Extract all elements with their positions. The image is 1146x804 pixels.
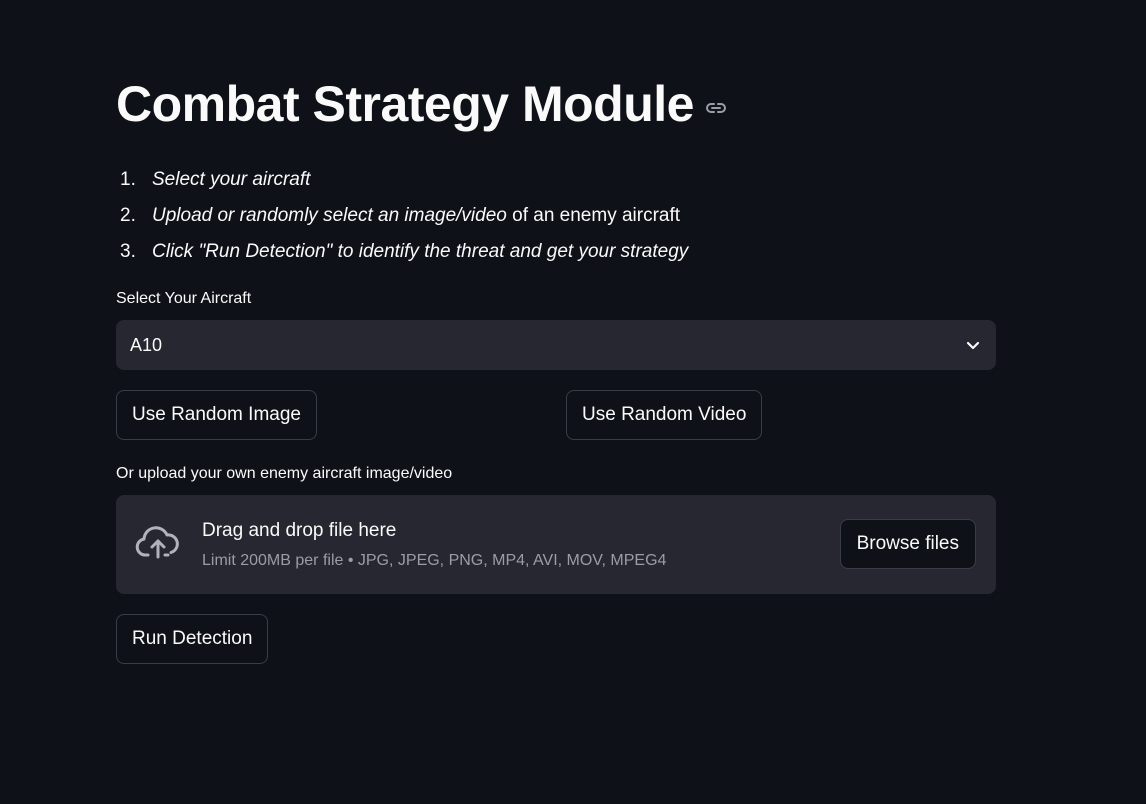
drop-title: Drag and drop file here [202,520,397,541]
aircraft-select-label: Select Your Aircraft [116,290,252,307]
chevron-down-icon[interactable] [964,336,982,354]
instructions-list: 1. Select your aircraft 2. Upload or ran… [116,162,688,270]
step-text: of an enemy aircraft [506,205,681,226]
cloud-upload-icon [134,523,182,563]
step-number: 3. [120,241,136,262]
file-uploader-dropzone[interactable]: Drag and drop file here Limit 200MB per … [116,495,996,594]
title-row: Combat Strategy Module [116,72,728,136]
drop-limit-text: Limit 200MB per file • JPG, JPEG, PNG, M… [202,552,667,569]
use-random-video-button[interactable]: Use Random Video [566,390,763,440]
aircraft-select-value: A10 [130,334,163,355]
list-item: 2. Upload or randomly select an image/vi… [116,198,688,234]
link-icon[interactable] [704,96,728,120]
list-item: 1. Select your aircraft [116,162,688,198]
browse-files-button[interactable]: Browse files [839,519,976,569]
aircraft-select[interactable]: A10 [116,320,996,370]
use-random-image-button[interactable]: Use Random Image [116,390,317,440]
uploader-label: Or upload your own enemy aircraft image/… [116,465,453,482]
list-item: 3. Click "Run Detection" to identify the… [116,234,688,270]
step-text-italic: Upload or randomly select an image/video [152,205,507,226]
step-number: 2. [120,205,136,226]
page-title: Combat Strategy Module [116,76,694,132]
step-text-italic: Select your aircraft [152,169,311,190]
step-text-italic: Click "Run Detection" to identify the th… [152,241,689,262]
run-detection-button[interactable]: Run Detection [116,614,269,664]
step-number: 1. [120,169,136,190]
